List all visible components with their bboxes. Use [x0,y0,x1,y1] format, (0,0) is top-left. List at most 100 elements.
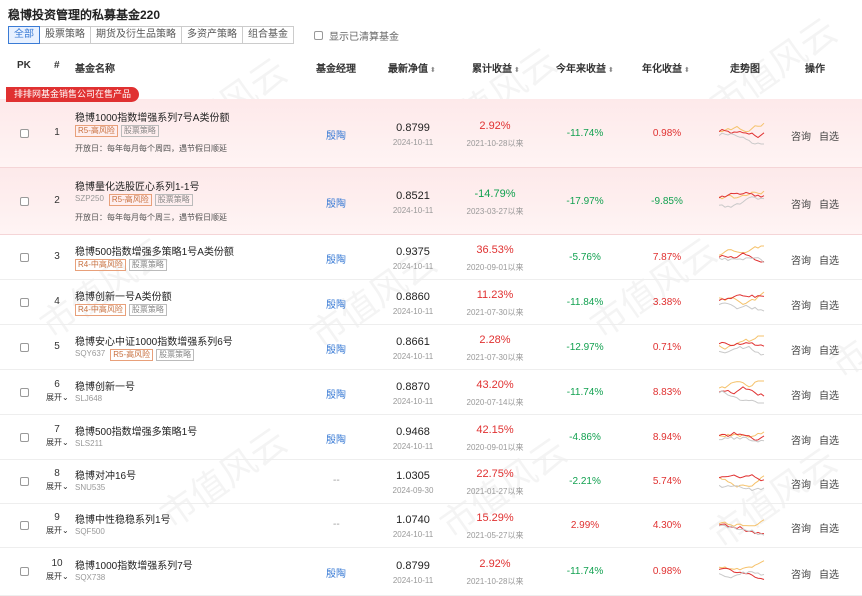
consult-button[interactable]: 咨询 [791,387,811,402]
return-since-date: 2021-10-28以来 [466,577,524,586]
trend-chart[interactable] [718,379,765,410]
ytd-return: -11.74% [566,127,604,139]
latest-nav: 1.0305 [396,470,430,482]
tab-all[interactable]: 全部 [8,26,40,44]
header-ytd[interactable]: 今年来收益 ⬍ [556,60,614,75]
trend-chart[interactable] [718,558,765,589]
fund-code: SQY637 [75,348,106,358]
add-watchlist-button[interactable]: 自选 [819,252,839,267]
fund-code: SQF500 [75,527,105,536]
row-pk-checkbox[interactable] [20,297,29,307]
fund-name-link[interactable]: 稳博量化选股匠心系列1-1号 [75,178,199,193]
fund-name-link[interactable]: 稳博500指数增强多策略1号A类份额 [75,243,234,258]
fund-manager[interactable]: 殷陶 [326,127,346,142]
tab-futures-derivatives[interactable]: 期货及衍生品策略 [90,26,182,44]
fund-meta: SQY637 R5-高风险 股票策略 [75,348,197,361]
add-watchlist-button[interactable]: 自选 [819,566,839,581]
row-pk-checkbox[interactable] [20,521,29,530]
add-watchlist-button[interactable]: 自选 [819,342,839,357]
row-pk-checkbox[interactable] [20,128,29,138]
trend-chart[interactable] [718,120,765,151]
add-watchlist-button[interactable]: 自选 [819,387,839,402]
tab-fof[interactable]: 组合基金 [242,26,294,44]
fund-name-link[interactable]: 稳博安心中证1000指数增强系列6号 [75,333,233,348]
risk-level-tag: R5-高风险 [110,348,154,361]
fund-name-link[interactable]: 稳博创新一号A类份额 [75,288,172,303]
consult-button[interactable]: 咨询 [791,297,811,312]
row-pk-checkbox[interactable] [20,196,29,206]
fund-name-link[interactable]: 稳博对冲16号 [75,467,136,482]
fund-meta: SZP250 R5-高风险 股票策略 [75,194,196,206]
fund-manager[interactable]: 殷陶 [326,341,346,356]
fund-meta: R5-高风险 股票策略 [75,125,162,137]
add-watchlist-button[interactable]: 自选 [819,520,839,535]
consult-button[interactable]: 咨询 [791,520,811,535]
consult-button[interactable]: 咨询 [791,252,811,267]
header-cumulative[interactable]: 累计收益 ⬍ [472,60,520,75]
add-watchlist-button[interactable]: 自选 [819,297,839,312]
row-pk-checkbox[interactable] [20,477,29,486]
consult-button[interactable]: 咨询 [791,196,811,211]
trend-chart[interactable] [718,289,765,320]
annualized-return: 8.83% [652,386,682,398]
sort-icon[interactable]: ⬍ [514,67,520,74]
consult-button[interactable]: 咨询 [791,432,811,447]
consult-button[interactable]: 咨询 [791,476,811,491]
show-cleared-toggle[interactable]: 显示已清算基金 [314,28,399,43]
fund-name-link[interactable]: 稳博中性稳稳系列1号 [75,511,171,526]
expand-toggle[interactable]: 展开⌄ [46,525,69,536]
annualized-return: 5.74% [652,476,682,487]
fund-meta: SQF500 [75,527,110,536]
trend-chart[interactable] [718,244,765,275]
expand-toggle[interactable]: 展开⌄ [46,437,69,448]
expand-toggle[interactable]: 展开⌄ [46,571,69,582]
row-pk-checkbox[interactable] [20,432,29,442]
fund-name-link[interactable]: 稳博1000指数增强系列7号A类份额 [75,109,229,124]
add-watchlist-button[interactable]: 自选 [819,128,839,143]
header-nav[interactable]: 最新净值 ⬍ [388,60,436,75]
consult-button[interactable]: 咨询 [791,128,811,143]
row-pk-checkbox[interactable] [20,567,29,576]
tab-multi-asset[interactable]: 多资产策略 [181,26,243,44]
add-watchlist-button[interactable]: 自选 [819,196,839,211]
trend-chart[interactable] [718,468,765,499]
fund-manager[interactable]: 殷陶 [326,386,346,401]
header-annualized[interactable]: 年化收益 ⬍ [642,60,690,75]
tab-stock-strategy[interactable]: 股票策略 [39,26,91,44]
strategy-tag: 股票策略 [156,348,195,361]
trend-chart[interactable] [718,334,765,365]
nav-date: 2024-10-11 [392,530,434,539]
fund-manager[interactable]: 殷陶 [326,296,346,311]
consult-button[interactable]: 咨询 [791,342,811,357]
ytd-return: -12.97% [566,341,604,353]
trend-chart[interactable] [718,512,765,543]
add-watchlist-button[interactable]: 自选 [819,476,839,491]
fund-manager[interactable]: 殷陶 [326,195,346,210]
fund-name-link[interactable]: 稳博500指数增强多策略1号 [75,423,197,438]
nav-date: 2024-10-11 [392,576,434,585]
fund-name-link[interactable]: 稳博1000指数增强系列7号 [75,557,193,572]
sort-icon[interactable]: ⬍ [684,67,690,74]
fund-manager[interactable]: 殷陶 [326,431,346,446]
table-row: 2 稳博量化选股匠心系列1-1号 SZP250 R5-高风险 股票策略 开放日：每年每月每… [0,168,862,235]
expand-toggle[interactable]: 展开⌄ [46,392,69,403]
fund-manager[interactable]: 殷陶 [326,565,346,580]
annualized-return: 0.98% [652,127,682,139]
sort-icon[interactable]: ⬍ [430,67,436,74]
trend-chart[interactable] [718,424,765,455]
add-watchlist-button[interactable]: 自选 [819,432,839,447]
row-pk-checkbox[interactable] [20,387,29,397]
sort-icon[interactable]: ⬍ [608,67,614,74]
row-pk-checkbox[interactable] [20,252,29,262]
sparkline-series [718,291,765,305]
consult-button[interactable]: 咨询 [791,566,811,581]
expand-toggle[interactable]: 展开⌄ [46,481,69,492]
fund-name-link[interactable]: 稳博创新一号 [75,378,135,393]
row-pk-checkbox[interactable] [20,342,29,352]
row-index: 6 [54,378,60,390]
trend-chart[interactable] [718,188,765,219]
fund-manager[interactable]: 殷陶 [326,251,346,266]
show-cleared-checkbox[interactable] [314,31,323,40]
header-fund-name: 基金名称 [75,64,115,75]
strategy-tag: 股票策略 [128,258,167,271]
